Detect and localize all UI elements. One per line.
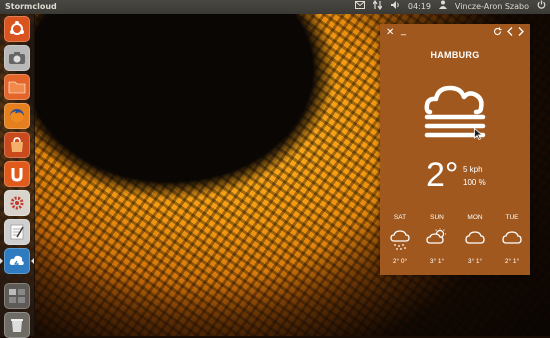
widget-nav [493, 27, 524, 39]
trash-icon[interactable] [4, 312, 30, 338]
forecast-temps: 2° 0° [392, 258, 408, 265]
volume-icon[interactable] [390, 0, 400, 14]
close-icon[interactable]: ✕ [386, 27, 394, 38]
workspace-icon[interactable] [4, 283, 30, 309]
text-editor-icon[interactable] [4, 219, 30, 245]
power-icon[interactable] [537, 0, 546, 14]
firefox-icon[interactable] [4, 103, 30, 129]
minimize-button[interactable]: _ [401, 25, 406, 36]
app-title: Stormcloud [5, 2, 57, 11]
refresh-icon[interactable] [493, 27, 502, 39]
wind-speed: 5 kph [463, 165, 483, 174]
partly-cloudy-icon [426, 228, 446, 244]
forecast-temps: 2° 1° [504, 258, 520, 265]
indicator-area: 04:19 Vincze-Aron Szabo [354, 0, 546, 14]
user-name[interactable]: Vincze-Aron Szabo [455, 0, 529, 14]
ubuntu-one-icon[interactable] [4, 161, 30, 187]
camera-icon[interactable] [4, 45, 30, 71]
next-icon[interactable] [518, 27, 524, 39]
humidity: 100 % [463, 178, 486, 187]
stormcloud-icon[interactable] [4, 248, 30, 274]
previous-icon[interactable] [507, 27, 513, 39]
top-panel: Stormcloud 04:19 Vincze-Aron Szabo [0, 0, 550, 14]
snow-cloud-icon [390, 230, 410, 250]
weather-widget: ✕ _ HAMBURG 2° 5 kph 100 % SAT SUN MON T… [380, 24, 530, 275]
user-icon[interactable] [438, 0, 447, 14]
mouse-cursor-icon [474, 128, 483, 140]
launcher [0, 14, 35, 338]
ubuntu-icon[interactable] [4, 16, 30, 42]
current-temperature: 2° [426, 156, 459, 194]
forecast-temps: 3° 1° [467, 258, 483, 265]
cloud-icon [465, 231, 485, 244]
network-icon[interactable] [372, 0, 383, 14]
folder-icon[interactable] [4, 74, 30, 100]
settings-icon[interactable] [4, 190, 30, 216]
focus-indicator [31, 258, 34, 264]
software-center-icon[interactable] [4, 132, 30, 158]
forecast-day: SUN [430, 214, 444, 221]
mail-icon[interactable] [354, 0, 365, 14]
running-indicator [0, 258, 3, 264]
cloud-icon [502, 231, 522, 244]
city-name: HAMBURG [430, 50, 480, 60]
forecast-day: MON [467, 214, 483, 221]
forecast-temps: 3° 1° [429, 258, 445, 265]
clock[interactable]: 04:19 [408, 0, 431, 14]
forecast-day: SAT [393, 214, 407, 221]
forecast-day: TUE [505, 214, 519, 221]
